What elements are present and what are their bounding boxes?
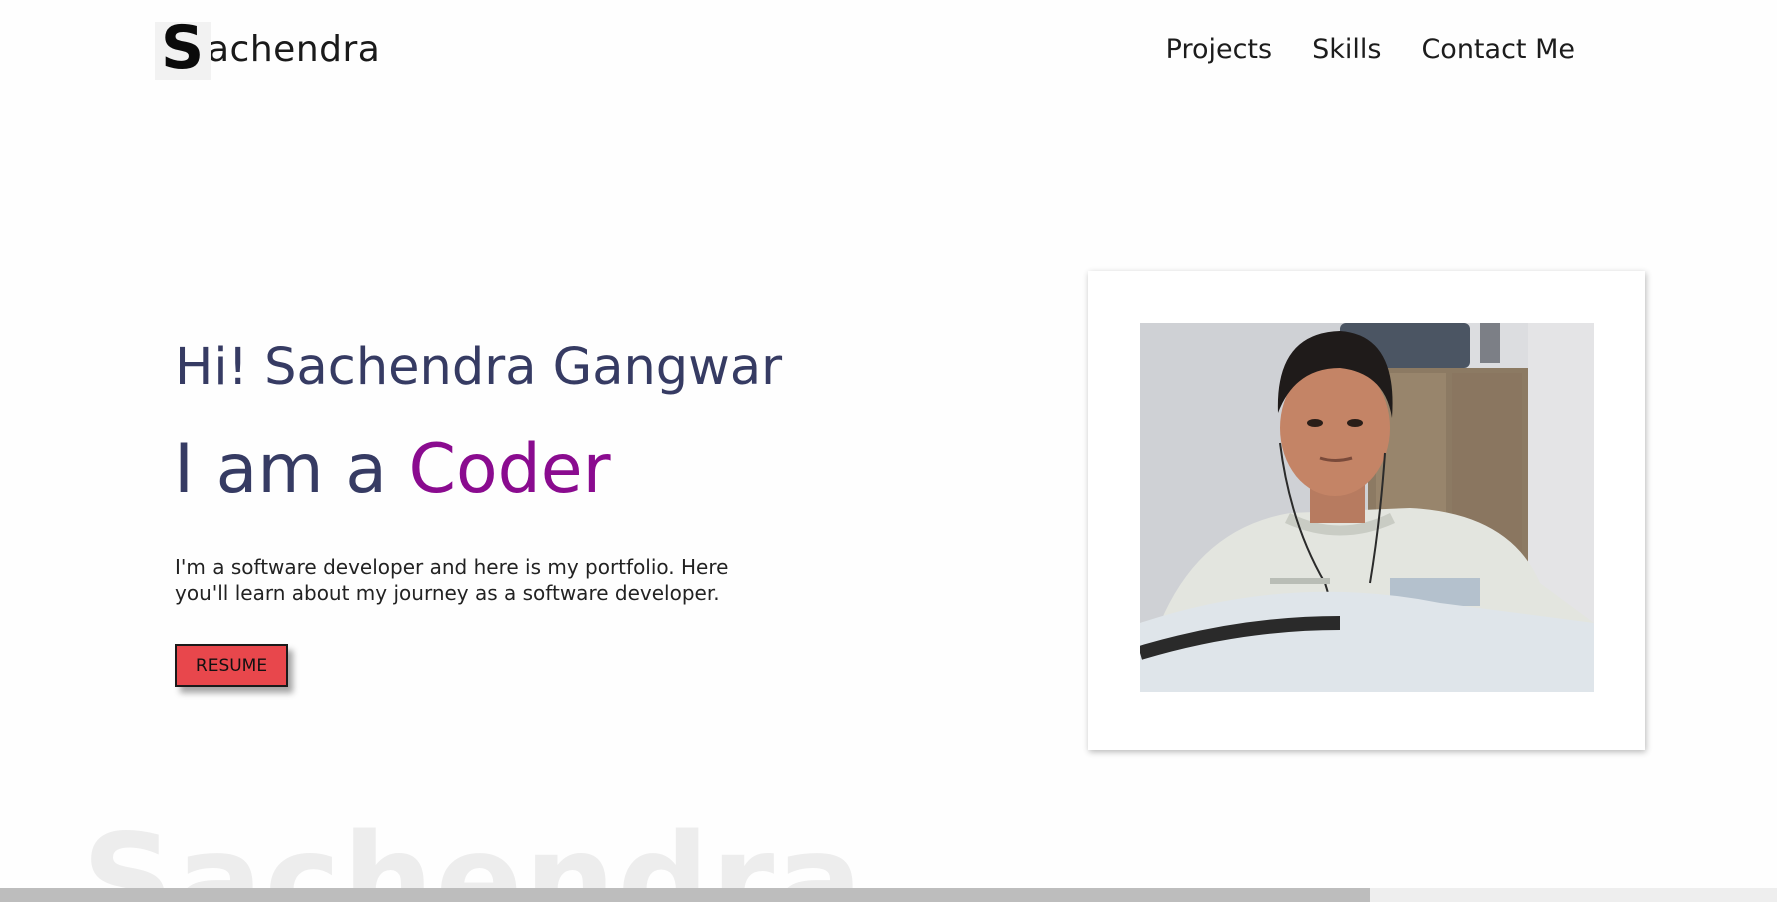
horizontal-scrollbar[interactable] — [0, 888, 1777, 902]
resume-button[interactable]: RESUME — [175, 644, 288, 687]
profile-photo-illustration — [1140, 323, 1594, 692]
nav-link-skills[interactable]: Skills — [1312, 34, 1381, 65]
profile-photo-card — [1088, 271, 1645, 750]
logo-initial-box: S — [155, 18, 211, 80]
site-logo[interactable]: S achendra — [155, 18, 381, 80]
scrollbar-thumb[interactable] — [0, 888, 1370, 902]
nav-link-projects[interactable]: Projects — [1166, 34, 1272, 65]
portfolio-page: S achendra Projects Skills Contact Me Hi… — [0, 0, 1777, 902]
hero-greeting: Hi! Sachendra Gangwar — [175, 338, 783, 397]
nav-link-contact[interactable]: Contact Me — [1421, 34, 1575, 65]
main-nav: Projects Skills Contact Me — [1166, 34, 1575, 65]
role-word: Coder — [408, 430, 611, 509]
logo-initial: S — [161, 13, 205, 83]
profile-photo — [1140, 323, 1594, 692]
hero-role-line: I am a Coder — [174, 430, 611, 509]
role-prefix: I am a — [174, 430, 409, 509]
hero-description: I'm a software developer and here is my … — [175, 555, 729, 605]
logo-text: achendra — [207, 29, 381, 70]
